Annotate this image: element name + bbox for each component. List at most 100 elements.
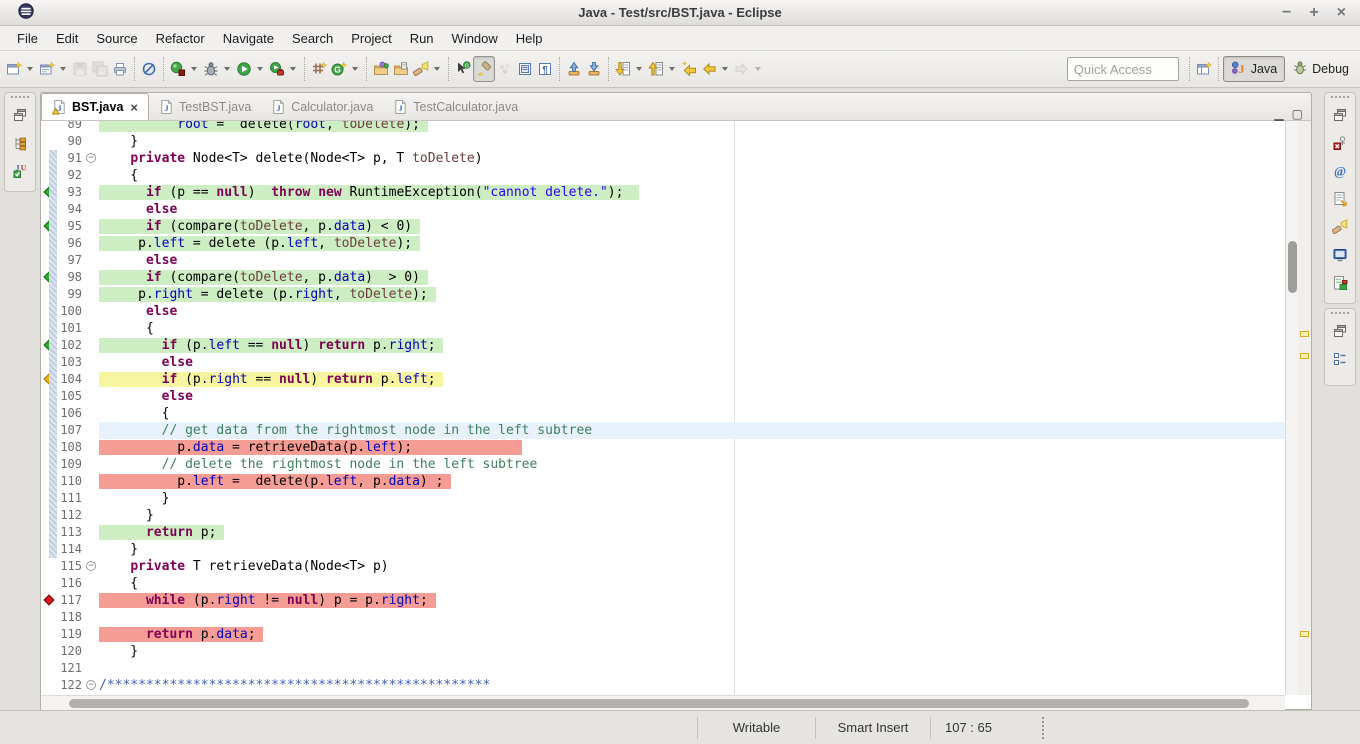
annotation-gutter-cell[interactable] xyxy=(41,626,59,643)
code-text[interactable]: { xyxy=(99,405,1285,422)
run-external-tools-dropdown[interactable] xyxy=(290,67,296,71)
fold-gutter-cell[interactable] xyxy=(85,592,99,609)
overview-ruler[interactable] xyxy=(1298,121,1311,695)
code-text[interactable]: else xyxy=(99,201,1285,218)
line-number[interactable]: 98 xyxy=(59,269,85,286)
menu-item-refactor[interactable]: Refactor xyxy=(147,28,214,49)
line-number[interactable]: 92 xyxy=(59,167,85,184)
minimize-editor-icon[interactable]: ▁ xyxy=(1274,108,1283,120)
search-view-button[interactable] xyxy=(1329,218,1351,240)
code-line[interactable]: 100 else xyxy=(41,303,1285,320)
code-text[interactable]: private Node<T> delete(Node<T> p, T toDe… xyxy=(99,150,1285,167)
line-number[interactable]: 120 xyxy=(59,643,85,660)
code-text[interactable]: private T retrieveData(Node<T> p) xyxy=(99,558,1285,575)
fold-gutter-cell[interactable]: − xyxy=(85,677,99,694)
code-text[interactable]: if (compare(toDelete, p.data) > 0) xyxy=(99,269,1285,286)
fold-gutter-cell[interactable] xyxy=(85,354,99,371)
fold-gutter-cell[interactable] xyxy=(85,133,99,150)
line-number[interactable]: 119 xyxy=(59,626,85,643)
fold-gutter-cell[interactable] xyxy=(85,575,99,592)
warning-overview-marker[interactable] xyxy=(1300,353,1309,359)
open-resource-button[interactable] xyxy=(391,56,411,82)
code-text[interactable]: while (p.right != null) p = p.right; xyxy=(99,592,1285,609)
code-text[interactable]: { xyxy=(99,167,1285,184)
code-line[interactable]: 120 } xyxy=(41,643,1285,660)
line-number[interactable]: 112 xyxy=(59,507,85,524)
fastbar-grip[interactable] xyxy=(1331,312,1349,314)
menu-item-source[interactable]: Source xyxy=(87,28,146,49)
fold-gutter-cell[interactable] xyxy=(85,184,99,201)
line-number[interactable]: 100 xyxy=(59,303,85,320)
line-number[interactable]: 108 xyxy=(59,439,85,456)
annotation-gutter-cell[interactable] xyxy=(41,660,59,677)
tab-testbst-java[interactable]: JTestBST.java xyxy=(149,93,261,120)
line-number[interactable]: 94 xyxy=(59,201,85,218)
problems-view-button[interactable] xyxy=(1329,134,1351,156)
line-number[interactable]: 118 xyxy=(59,609,85,626)
code-line[interactable]: 118 xyxy=(41,609,1285,626)
menu-item-search[interactable]: Search xyxy=(283,28,342,49)
line-number[interactable]: 117 xyxy=(59,592,85,609)
code-text[interactable] xyxy=(99,660,1285,677)
annotation-gutter-cell[interactable] xyxy=(41,643,59,660)
code-line[interactable]: 99 p.right = delete (p.right, toDelete); xyxy=(41,286,1285,303)
new-java-project-button[interactable] xyxy=(309,56,329,82)
code-line[interactable]: 98 if (compare(toDelete, p.data) > 0) xyxy=(41,269,1285,286)
menu-item-help[interactable]: Help xyxy=(507,28,552,49)
fold-gutter-cell[interactable] xyxy=(85,201,99,218)
code-text[interactable]: p.data = retrieveData(p.left); xyxy=(99,439,1285,456)
declaration-view-button[interactable] xyxy=(1329,190,1351,212)
line-number[interactable]: 99 xyxy=(59,286,85,303)
perspective-debug-button[interactable]: Debug xyxy=(1285,56,1356,82)
fold-collapse-icon[interactable]: − xyxy=(86,561,96,571)
code-line[interactable]: 111 } xyxy=(41,490,1285,507)
code-line[interactable]: 112 } xyxy=(41,507,1285,524)
junit-view-button[interactable]: JU xyxy=(9,162,31,184)
annotation-gutter-cell[interactable] xyxy=(41,609,59,626)
line-number[interactable]: 105 xyxy=(59,388,85,405)
warning-overview-marker[interactable] xyxy=(1300,631,1309,637)
code-line[interactable]: 92 { xyxy=(41,167,1285,184)
code-line[interactable]: 122−/***********************************… xyxy=(41,677,1285,694)
show-whitespace-button[interactable]: ¶ xyxy=(535,56,555,82)
fold-gutter-cell[interactable] xyxy=(85,507,99,524)
show-source-element-button[interactable] xyxy=(515,56,535,82)
code-editor[interactable]: 89 root = delete(root, toDelete); 90 }91… xyxy=(41,121,1285,695)
run-dropdown[interactable] xyxy=(257,67,263,71)
vertical-scrollbar[interactable] xyxy=(1285,121,1298,695)
vertical-scrollbar-thumb[interactable] xyxy=(1288,241,1297,293)
run-external-tools-button[interactable] xyxy=(267,56,287,82)
line-number[interactable]: 103 xyxy=(59,354,85,371)
code-line[interactable]: 119 return p.data; xyxy=(41,626,1285,643)
window-minimize-button[interactable]: − xyxy=(1282,0,1291,26)
code-line[interactable]: 104 if (p.right == null) return p.left; xyxy=(41,371,1285,388)
line-number[interactable]: 107 xyxy=(59,422,85,439)
fold-collapse-icon[interactable]: − xyxy=(86,680,96,690)
search-dropdown[interactable] xyxy=(434,67,440,71)
code-line[interactable]: 90 } xyxy=(41,133,1285,150)
next-member-button[interactable] xyxy=(584,56,604,82)
menu-item-file[interactable]: File xyxy=(8,28,47,49)
fold-gutter-cell[interactable] xyxy=(85,269,99,286)
code-text[interactable]: return p.data; xyxy=(99,626,1285,643)
fastbar-grip[interactable] xyxy=(1331,96,1349,98)
package-explorer-view-button[interactable] xyxy=(9,134,31,156)
annotation-gutter-cell[interactable] xyxy=(41,677,59,694)
warning-overview-marker[interactable] xyxy=(1300,331,1309,337)
code-text[interactable]: else xyxy=(99,354,1285,371)
fold-gutter-cell[interactable] xyxy=(85,609,99,626)
console-view-button[interactable] xyxy=(1329,246,1351,268)
run-button[interactable] xyxy=(234,56,254,82)
new-wizard-button[interactable] xyxy=(4,56,24,82)
code-line[interactable]: 116 { xyxy=(41,575,1285,592)
coverage-view-button[interactable] xyxy=(1329,274,1351,296)
code-text[interactable]: return p; xyxy=(99,524,1285,541)
tab-close-icon[interactable]: × xyxy=(130,100,138,115)
code-line[interactable]: 113 return p; xyxy=(41,524,1285,541)
code-text[interactable]: p.right = delete (p.right, toDelete); xyxy=(99,286,1285,303)
code-line[interactable]: 96 p.left = delete (p.left, toDelete); xyxy=(41,235,1285,252)
new-class-wizard-button[interactable]: G xyxy=(329,56,349,82)
line-number[interactable]: 93 xyxy=(59,184,85,201)
code-text[interactable]: root = delete(root, toDelete); xyxy=(99,121,1285,133)
code-text[interactable]: // delete the rightmost node in the left… xyxy=(99,456,1285,473)
